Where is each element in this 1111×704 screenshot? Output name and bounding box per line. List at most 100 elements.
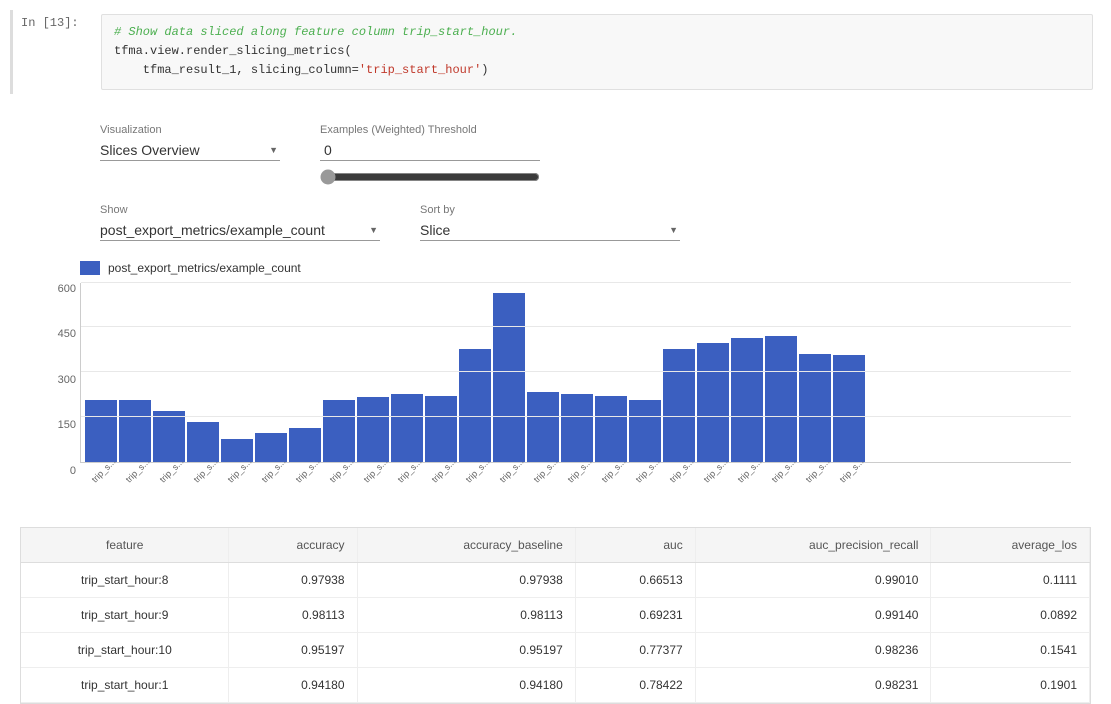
table-cell-2-3: 0.77377 (575, 632, 695, 667)
threshold-slider[interactable] (320, 169, 540, 185)
table-cell-0-3: 0.66513 (575, 562, 695, 597)
table-row: trip_start_hour:90.981130.981130.692310.… (21, 597, 1090, 632)
code-function: tfma.view.render_slicing_metrics( (114, 44, 352, 58)
table-body: trip_start_hour:80.979380.979380.665130.… (21, 562, 1090, 702)
chart-bars (80, 283, 1071, 463)
bar-0[interactable] (85, 400, 117, 462)
table-cell-3-2: 0.94180 (357, 667, 575, 702)
y-tick-600: 600 (58, 283, 76, 295)
code-comment: # Show data sliced along feature column … (114, 25, 517, 39)
table-row: trip_start_hour:10.941800.941800.784220.… (21, 667, 1090, 702)
visualization-label: Visualization (100, 124, 280, 136)
x-axis: trip_s...trip_s...trip_s...trip_s...trip… (80, 463, 1071, 507)
widget-container: Visualization Slices Overview Examples (… (0, 104, 1111, 507)
col-average-loss: average_los (931, 528, 1090, 563)
bar-2[interactable] (153, 411, 185, 462)
y-tick-300: 300 (58, 374, 76, 386)
sortby-label: Sort by (420, 204, 680, 216)
bar-11[interactable] (459, 349, 491, 462)
col-accuracy-baseline: accuracy_baseline (357, 528, 575, 563)
col-auc: auc (575, 528, 695, 563)
bar-12[interactable] (493, 293, 525, 462)
grid-line-300 (81, 371, 1071, 372)
bar-13[interactable] (527, 392, 559, 462)
threshold-input[interactable] (320, 140, 540, 161)
sortby-select-wrapper[interactable]: Slice (420, 220, 680, 241)
cell-code: # Show data sliced along feature column … (101, 14, 1093, 90)
header-row: feature accuracy accuracy_baseline auc a… (21, 528, 1090, 563)
col-accuracy: accuracy (229, 528, 357, 563)
bar-20[interactable] (765, 336, 797, 462)
bar-19[interactable] (731, 338, 763, 462)
table-cell-1-1: 0.98113 (229, 597, 357, 632)
legend-color-box (80, 261, 100, 275)
table-cell-2-4: 0.98236 (695, 632, 931, 667)
visualization-select[interactable]: Slices Overview (100, 140, 280, 161)
visualization-control: Visualization Slices Overview (100, 124, 280, 161)
table-cell-3-5: 0.1901 (931, 667, 1090, 702)
bar-7[interactable] (323, 400, 355, 462)
bar-8[interactable] (357, 397, 389, 461)
col-auc-precision-recall: auc_precision_recall (695, 528, 931, 563)
table-cell-1-2: 0.98113 (357, 597, 575, 632)
y-axis: 0 150 300 450 600 (40, 283, 80, 477)
show-select[interactable]: post_export_metrics/example_count (100, 220, 380, 241)
cell-input: In [13]: # Show data sliced along featur… (10, 10, 1101, 94)
sortby-control: Sort by Slice (420, 204, 680, 241)
table-row: trip_start_hour:80.979380.979380.665130.… (21, 562, 1090, 597)
table-cell-1-3: 0.69231 (575, 597, 695, 632)
bar-1[interactable] (119, 400, 151, 462)
table-cell-3-0: trip_start_hour:1 (21, 667, 229, 702)
table-cell-1-5: 0.0892 (931, 597, 1090, 632)
threshold-label: Examples (Weighted) Threshold (320, 124, 540, 136)
table-cell-0-4: 0.99010 (695, 562, 931, 597)
bar-21[interactable] (799, 354, 831, 462)
table-cell-2-1: 0.95197 (229, 632, 357, 667)
bar-9[interactable] (391, 394, 423, 462)
code-indent: tfma_result_1, slicing_column= (114, 63, 359, 77)
table-cell-3-3: 0.78422 (575, 667, 695, 702)
sortby-select[interactable]: Slice (420, 220, 680, 241)
notebook-cell: In [13]: # Show data sliced along featur… (0, 0, 1111, 104)
slider-container (320, 165, 540, 188)
code-string: 'trip_start_hour' (359, 63, 481, 77)
bar-22[interactable] (833, 355, 865, 462)
grid-line-600 (81, 282, 1071, 283)
data-table: feature accuracy accuracy_baseline auc a… (20, 527, 1091, 704)
visualization-select-wrapper[interactable]: Slices Overview (100, 140, 280, 161)
table-cell-2-5: 0.1541 (931, 632, 1090, 667)
code-line-1: # Show data sliced along feature column … (114, 23, 1080, 42)
chart-area: post_export_metrics/example_count 0 150 … (20, 261, 1091, 507)
bar-15[interactable] (595, 396, 627, 461)
code-line-3: tfma_result_1, slicing_column='trip_star… (114, 61, 1080, 80)
table-cell-0-1: 0.97938 (229, 562, 357, 597)
table-cell-0-5: 0.1111 (931, 562, 1090, 597)
table-cell-2-0: trip_start_hour:10 (21, 632, 229, 667)
bar-14[interactable] (561, 394, 593, 462)
bar-18[interactable] (697, 343, 729, 461)
table-cell-3-1: 0.94180 (229, 667, 357, 702)
chart-legend: post_export_metrics/example_count (40, 261, 1071, 275)
chart-wrapper: 0 150 300 450 600 trip_s...trip_s...trip… (40, 283, 1071, 507)
table-cell-1-4: 0.99140 (695, 597, 931, 632)
grid-line-450 (81, 326, 1071, 327)
bar-10[interactable] (425, 396, 457, 461)
y-tick-150: 150 (58, 419, 76, 431)
table-cell-0-2: 0.97938 (357, 562, 575, 597)
show-label: Show (100, 204, 380, 216)
show-control: Show post_export_metrics/example_count (100, 204, 380, 241)
cell-label: In [13]: (21, 14, 101, 30)
y-tick-450: 450 (58, 328, 76, 340)
second-controls-row: Show post_export_metrics/example_count S… (20, 204, 1091, 241)
table-cell-0-0: trip_start_hour:8 (21, 562, 229, 597)
table-row: trip_start_hour:100.951970.951970.773770… (21, 632, 1090, 667)
bar-17[interactable] (663, 349, 695, 462)
table-header: feature accuracy accuracy_baseline auc a… (21, 528, 1090, 563)
threshold-control: Examples (Weighted) Threshold (320, 124, 540, 188)
show-select-wrapper[interactable]: post_export_metrics/example_count (100, 220, 380, 241)
x-tick-22: trip_s... (837, 455, 888, 506)
bar-16[interactable] (629, 400, 661, 462)
table-cell-2-2: 0.95197 (357, 632, 575, 667)
table-cell-1-0: trip_start_hour:9 (21, 597, 229, 632)
y-tick-0: 0 (70, 465, 76, 477)
